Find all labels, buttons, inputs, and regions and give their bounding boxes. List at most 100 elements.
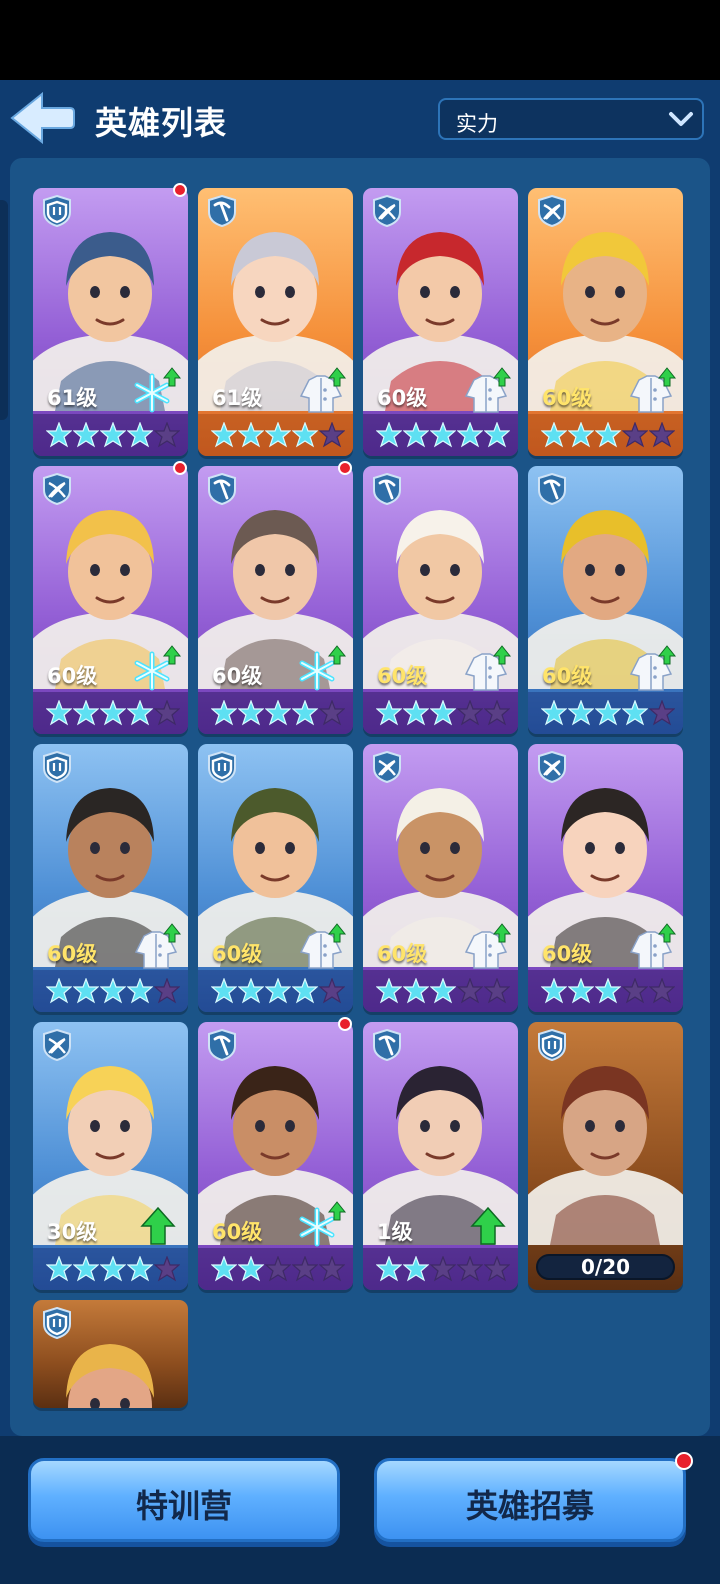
star-filled-icon	[375, 421, 403, 448]
star-filled-icon	[291, 421, 319, 448]
star-empty-icon	[318, 699, 346, 726]
star-filled-icon	[99, 977, 127, 1004]
star-empty-icon	[621, 977, 649, 1004]
back-arrow-icon	[10, 91, 75, 145]
star-filled-icon	[483, 421, 511, 448]
hero-role-pickaxe-icon	[207, 472, 237, 506]
hero-role-shield-icon	[42, 750, 72, 784]
star-filled-icon	[540, 699, 568, 726]
hero-recruit-button[interactable]: 英雄招募	[374, 1458, 686, 1542]
upgrade-snowflake-icon	[297, 644, 347, 692]
hero-card[interactable]: 60级	[363, 744, 518, 1012]
star-filled-icon	[237, 1255, 265, 1282]
hero-star-rating	[210, 421, 346, 448]
hero-card[interactable]	[33, 1300, 188, 1408]
hero-card[interactable]: 60级	[198, 744, 353, 1012]
hero-card[interactable]: 1级	[363, 1022, 518, 1290]
hero-level: 60级	[47, 664, 98, 688]
upgrade-arrow-up-icon	[462, 1200, 512, 1248]
star-empty-icon	[318, 1255, 346, 1282]
star-filled-icon	[126, 699, 154, 726]
star-empty-icon	[318, 421, 346, 448]
star-filled-icon	[126, 421, 154, 448]
training-camp-button[interactable]: 特训营	[28, 1458, 340, 1542]
sort-dropdown[interactable]: 实力	[438, 98, 704, 140]
hero-card[interactable]: 60级	[363, 466, 518, 734]
hero-card[interactable]: 0/20	[528, 1022, 683, 1290]
star-empty-icon	[153, 977, 181, 1004]
star-filled-icon	[126, 977, 154, 1004]
hero-role-pickaxe-icon	[207, 1028, 237, 1062]
hero-grid[interactable]: 61级 61级 60级 60级 60级 60级 60级 60级 60级 60级 60级 60级 30级 6…	[10, 158, 710, 1436]
star-filled-icon	[210, 421, 238, 448]
hero-star-rating	[210, 977, 346, 1004]
hero-card[interactable]: 60级	[528, 744, 683, 1012]
star-filled-icon	[402, 421, 430, 448]
hero-star-rating	[45, 699, 181, 726]
hero-notification-dot	[338, 461, 352, 475]
upgrade-coat-icon	[462, 644, 512, 692]
star-filled-icon	[402, 1255, 430, 1282]
star-empty-icon	[318, 977, 346, 1004]
upgrade-coat-icon	[462, 366, 512, 414]
hero-card[interactable]: 60级	[363, 188, 518, 456]
star-empty-icon	[456, 977, 484, 1004]
star-filled-icon	[402, 977, 430, 1004]
hero-card[interactable]: 30级	[33, 1022, 188, 1290]
star-filled-icon	[237, 977, 265, 1004]
hero-notification-dot	[338, 1017, 352, 1031]
hero-role-crossbow-icon	[372, 194, 402, 228]
star-filled-icon	[72, 977, 100, 1004]
hero-level: 61级	[47, 386, 98, 410]
hero-role-crossbow-icon	[537, 194, 567, 228]
star-filled-icon	[594, 421, 622, 448]
chevron-down-icon	[669, 112, 693, 126]
star-filled-icon	[567, 699, 595, 726]
back-button[interactable]	[8, 90, 76, 146]
hero-card[interactable]: 60级	[528, 466, 683, 734]
star-filled-icon	[402, 699, 430, 726]
hero-card[interactable]: 60级	[33, 466, 188, 734]
hero-shard-progress: 0/20	[536, 1254, 675, 1280]
hero-role-pickaxe-icon	[207, 194, 237, 228]
upgrade-snowflake-icon	[297, 1200, 347, 1248]
hero-level: 60级	[47, 942, 98, 966]
hero-card[interactable]: 60级	[528, 188, 683, 456]
upgrade-snowflake-icon	[132, 366, 182, 414]
hero-star-rating	[375, 421, 511, 448]
star-filled-icon	[291, 699, 319, 726]
star-filled-icon	[264, 977, 292, 1004]
hero-role-crossbow-icon	[372, 750, 402, 784]
hero-role-shield-icon	[42, 194, 72, 228]
hero-card[interactable]: 61级	[33, 188, 188, 456]
star-filled-icon	[99, 1255, 127, 1282]
hero-card[interactable]: 60级	[198, 1022, 353, 1290]
hero-role-pickaxe-icon	[372, 472, 402, 506]
upgrade-arrow-up-icon	[132, 1200, 182, 1248]
upgrade-snowflake-icon	[132, 644, 182, 692]
upgrade-coat-icon	[627, 366, 677, 414]
star-filled-icon	[45, 421, 73, 448]
star-empty-icon	[648, 699, 676, 726]
star-filled-icon	[72, 1255, 100, 1282]
star-filled-icon	[291, 977, 319, 1004]
star-filled-icon	[567, 977, 595, 1004]
recruit-notification-dot	[675, 1452, 693, 1470]
hero-notification-dot	[173, 461, 187, 475]
upgrade-coat-icon	[132, 922, 182, 970]
hero-level: 60级	[542, 664, 593, 688]
hero-card[interactable]: 60级	[198, 466, 353, 734]
hero-card[interactable]: 60级	[33, 744, 188, 1012]
hero-card[interactable]: 61级	[198, 188, 353, 456]
star-filled-icon	[594, 699, 622, 726]
upgrade-coat-icon	[462, 922, 512, 970]
hero-star-rating	[210, 699, 346, 726]
star-filled-icon	[375, 699, 403, 726]
star-filled-icon	[210, 1255, 238, 1282]
hero-level: 1级	[377, 1220, 413, 1244]
hero-level: 60级	[377, 386, 428, 410]
star-filled-icon	[237, 421, 265, 448]
hero-level: 60级	[377, 942, 428, 966]
star-filled-icon	[594, 977, 622, 1004]
hero-role-pickaxe-icon	[372, 1028, 402, 1062]
